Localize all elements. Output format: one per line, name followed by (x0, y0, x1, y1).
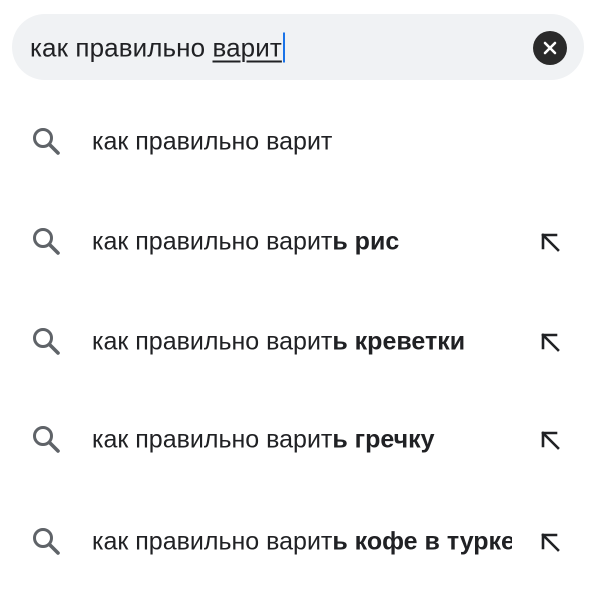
suggestion-text: как правильно варить креветки (92, 328, 512, 357)
search-screen: как правильно варит как правильно варит … (0, 0, 600, 610)
suggestion-typed-text: как правильно варит (92, 527, 333, 556)
search-icon (33, 328, 60, 355)
search-icon (33, 528, 60, 555)
suggestion-completion-text: ь гречку (332, 425, 435, 454)
suggestion-item[interactable]: как правильно варить кофе в турке (0, 507, 600, 577)
search-bar[interactable]: как правильно варит (12, 14, 584, 80)
suggestion-typed-text: как правильно варит (92, 327, 333, 356)
search-icon (33, 128, 60, 155)
suggestion-text: как правильно варит (92, 128, 512, 157)
arrow-up-left-icon[interactable] (534, 226, 566, 258)
search-input[interactable]: как правильно варит (30, 32, 285, 64)
suggestion-item[interactable]: как правильно варить гречку (0, 405, 600, 475)
query-base-text: как правильно (30, 32, 213, 63)
search-icon (33, 426, 60, 453)
suggestion-item[interactable]: как правильно варить рис (0, 207, 600, 277)
search-icon (33, 228, 60, 255)
suggestion-item[interactable]: как правильно варить креветки (0, 307, 600, 377)
suggestion-text: как правильно варить рис (92, 228, 512, 257)
arrow-up-left-icon[interactable] (534, 526, 566, 558)
suggestion-completion-text: ь кофе в турке (332, 527, 512, 556)
suggestion-typed-text: как правильно варит (92, 425, 333, 454)
suggestion-completion-text: ь рис (332, 227, 400, 256)
suggestion-item[interactable]: как правильно варит (0, 107, 600, 177)
suggestion-completion-text: ь креветки (332, 327, 466, 356)
suggestion-text: как правильно варить кофе в турке (92, 528, 512, 557)
text-caret (282, 32, 285, 63)
clear-button[interactable] (533, 31, 567, 65)
arrow-up-left-icon[interactable] (534, 326, 566, 358)
arrow-up-left-icon[interactable] (534, 424, 566, 456)
suggestion-typed-text: как правильно варит (92, 127, 333, 156)
close-icon (543, 41, 557, 55)
query-composing-text: варит (212, 32, 282, 63)
suggestion-text: как правильно варить гречку (92, 426, 512, 455)
suggestion-typed-text: как правильно варит (92, 227, 333, 256)
